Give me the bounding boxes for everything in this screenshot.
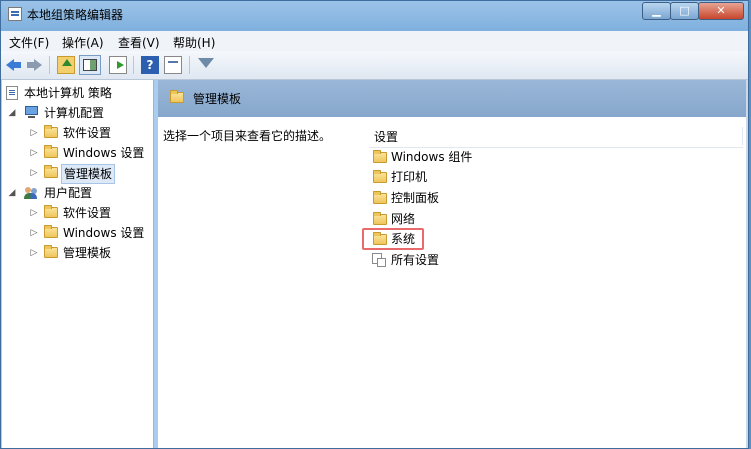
folder-icon bbox=[44, 205, 58, 218]
window-title: 本地组策略编辑器 bbox=[27, 8, 124, 22]
computer-icon bbox=[24, 106, 39, 119]
menu-bar: 文件(F) 操作(A) 查看(V) 帮助(H) bbox=[1, 31, 748, 51]
properties-icon[interactable] bbox=[164, 56, 182, 74]
help-icon[interactable]: ? bbox=[141, 56, 159, 74]
up-folder-icon[interactable] bbox=[57, 56, 75, 74]
column-header-setting[interactable]: 设置 bbox=[369, 125, 743, 148]
users-icon bbox=[24, 186, 39, 200]
show-hide-tree-icon[interactable] bbox=[79, 55, 101, 75]
pane-header: 管理模板 bbox=[158, 80, 748, 117]
folder-icon bbox=[373, 191, 387, 204]
expand-arrow-icon[interactable]: ▷ bbox=[30, 204, 38, 222]
folder-icon bbox=[170, 90, 184, 103]
folder-icon bbox=[373, 150, 387, 163]
maximize-button[interactable]: □ bbox=[670, 2, 699, 20]
collapse-arrow-icon[interactable]: ◢ bbox=[8, 184, 16, 202]
pane-title: 管理模板 bbox=[193, 92, 242, 106]
minimize-button[interactable]: ▁ bbox=[642, 2, 671, 20]
all-settings-icon bbox=[372, 253, 387, 267]
collapse-arrow-icon[interactable]: ◢ bbox=[8, 104, 16, 122]
tree-label: 用户配置 bbox=[44, 186, 93, 200]
tree-label: 计算机配置 bbox=[44, 106, 105, 120]
tree-label: 管理模板 bbox=[63, 246, 112, 260]
navigation-tree: 本地计算机 策略 ◢ 计算机配置 ▷ 软件设置 ▷ Windows 设置 ▷ 管… bbox=[2, 80, 154, 448]
list-item-label: 控制面板 bbox=[391, 191, 440, 205]
vertical-scrollbar[interactable] bbox=[746, 80, 748, 448]
tree-label: 管理模板 bbox=[61, 164, 116, 184]
column-header-label: 设置 bbox=[374, 130, 399, 144]
toolbar: ? bbox=[1, 51, 748, 80]
menu-action[interactable]: 操作(A) bbox=[62, 34, 104, 51]
group-policy-editor-window: 本地组策略编辑器 ▁ □ ✕ 文件(F) 操作(A) 查看(V) 帮助(H) ?… bbox=[0, 0, 749, 449]
toolbar-separator bbox=[49, 56, 50, 74]
tree-label: 软件设置 bbox=[63, 206, 112, 220]
tree-label: 本地计算机 策略 bbox=[24, 86, 112, 100]
close-button[interactable]: ✕ bbox=[698, 2, 744, 20]
list-item-label: 网络 bbox=[391, 212, 416, 226]
expand-arrow-icon[interactable]: ▷ bbox=[30, 224, 38, 242]
app-icon bbox=[8, 7, 22, 21]
title-bar[interactable]: 本地组策略编辑器 ▁ □ ✕ bbox=[1, 1, 748, 29]
expand-arrow-icon[interactable]: ▷ bbox=[30, 124, 38, 142]
back-arrow-icon[interactable] bbox=[5, 56, 23, 74]
forward-arrow-icon[interactable] bbox=[25, 56, 43, 74]
highlight-box bbox=[362, 228, 424, 250]
details-pane: 管理模板 选择一个项目来查看它的描述。 设置 Windows 组件 打印机 控制… bbox=[158, 80, 748, 448]
tree-label: Windows 设置 bbox=[63, 146, 145, 160]
folder-icon bbox=[44, 165, 58, 178]
folder-icon bbox=[44, 245, 58, 258]
folder-icon bbox=[44, 145, 58, 158]
menu-help[interactable]: 帮助(H) bbox=[173, 34, 215, 51]
column-separator[interactable] bbox=[742, 127, 743, 145]
list-item-label: 打印机 bbox=[391, 170, 428, 184]
menu-view[interactable]: 查看(V) bbox=[118, 34, 160, 51]
toolbar-separator bbox=[133, 56, 134, 74]
toolbar-separator bbox=[189, 56, 190, 74]
filter-icon[interactable] bbox=[197, 56, 215, 74]
expand-arrow-icon[interactable]: ▷ bbox=[30, 164, 38, 182]
folder-icon bbox=[373, 212, 387, 225]
description-text: 选择一个项目来查看它的描述。 bbox=[163, 129, 332, 143]
expand-arrow-icon[interactable]: ▷ bbox=[30, 144, 38, 162]
folder-icon bbox=[373, 170, 387, 183]
expand-arrow-icon[interactable]: ▷ bbox=[30, 244, 38, 262]
export-list-icon[interactable] bbox=[109, 56, 127, 74]
folder-icon bbox=[44, 125, 58, 138]
list-item-label: 所有设置 bbox=[391, 253, 440, 267]
tree-label: Windows 设置 bbox=[63, 226, 145, 240]
list-item-label: Windows 组件 bbox=[391, 150, 473, 164]
folder-icon bbox=[44, 225, 58, 238]
policy-icon bbox=[6, 86, 18, 100]
menu-file[interactable]: 文件(F) bbox=[9, 34, 49, 51]
tree-label: 软件设置 bbox=[63, 126, 112, 140]
